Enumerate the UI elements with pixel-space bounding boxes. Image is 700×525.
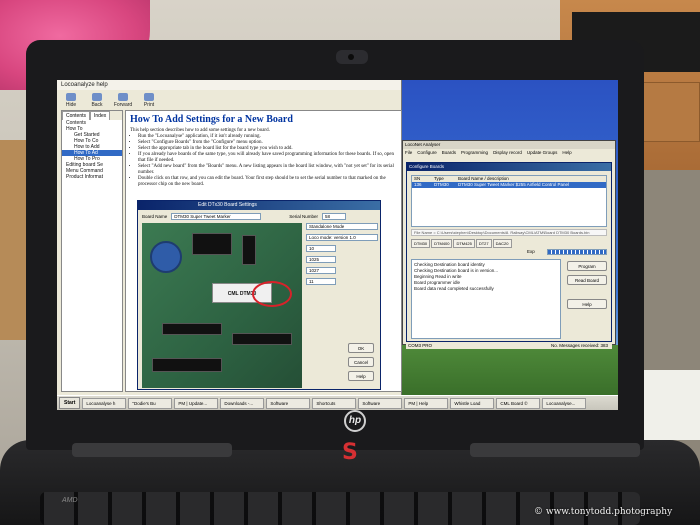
print-button[interactable]: Print xyxy=(139,93,159,108)
tab-dtm400[interactable]: DTM400 xyxy=(431,239,453,248)
taskbar-item[interactable]: Shortcuts xyxy=(312,397,357,409)
board-type-tabs: DTM30 DTM400 DTM425 DT27 DAC20 xyxy=(411,239,512,248)
menu-file[interactable]: File xyxy=(405,149,412,156)
dialog-title: Edit DTx30 Board Settings xyxy=(138,201,380,210)
help-step: If you already have boards of the same t… xyxy=(138,152,397,164)
taskbar-item[interactable]: CML Board © xyxy=(496,397,541,409)
tab-dac20[interactable]: DAC20 xyxy=(492,239,512,248)
header-pins xyxy=(232,333,292,345)
value-field[interactable]: 10 xyxy=(306,245,336,252)
start-button[interactable]: Start xyxy=(59,397,81,409)
taskbar-item[interactable]: "Dodie's Bu xyxy=(128,397,173,409)
circuit-board-photo: CML DTM30 xyxy=(142,223,302,388)
brand-sticker: AMD xyxy=(62,497,78,504)
table-row[interactable]: 136 DTM30 DTM30 Super Tweet Marker $255 … xyxy=(412,182,606,188)
configure-boards-title: Configure Boards xyxy=(407,163,611,171)
header-pins xyxy=(162,323,222,335)
value-field[interactable]: 11 xyxy=(306,278,336,285)
menu-update[interactable]: Update Groups xyxy=(527,149,558,156)
analyser-menu: File Configure Boards Programming Displa… xyxy=(403,149,615,156)
board-name-input[interactable]: DTM30 Super Tweet Marker xyxy=(171,213,262,220)
taskbar-item[interactable]: Software xyxy=(266,397,311,409)
cancel-button[interactable]: Cancel xyxy=(348,357,374,367)
hide-button[interactable]: Hide xyxy=(61,93,81,108)
serial-label: Serial Number xyxy=(289,214,319,219)
help-navigation-pane: Contents Index Contents How To Get Start… xyxy=(61,110,123,392)
board-list: SN Type Board Name / description 136 DTM… xyxy=(411,175,607,227)
status-log: Checking Destination board identity Chec… xyxy=(411,259,561,339)
read-board-button[interactable]: Read Board xyxy=(567,275,607,285)
hide-icon xyxy=(66,93,76,101)
menu-configure[interactable]: Configure xyxy=(417,149,437,156)
help-window: Locoanalyze help Hide Back Forward Print… xyxy=(57,80,402,395)
laptop-screen: Locoanalyze help Hide Back Forward Print… xyxy=(57,80,618,410)
mode-select[interactable]: Standalone Mode xyxy=(306,223,378,230)
progress-bar xyxy=(547,249,607,255)
watermark: © www.tonytodd.photography xyxy=(534,507,673,517)
taskbar-item[interactable]: Software xyxy=(358,397,403,409)
ok-button[interactable]: OK xyxy=(348,343,374,353)
analyser-help-button[interactable]: Help xyxy=(567,299,607,309)
status-port: COM3 PRO xyxy=(408,343,433,348)
menu-boards[interactable]: Boards xyxy=(442,149,456,156)
header-pins xyxy=(152,358,222,372)
value-field[interactable]: 1025 xyxy=(306,256,336,263)
help-step: Double click on that row, and you can ed… xyxy=(138,176,397,188)
board-name-row: Board Name DTM30 Super Tweet Marker Seri… xyxy=(142,213,347,220)
value-field[interactable]: 1027 xyxy=(306,267,336,274)
dialog-settings-panel: Standalone Mode Loco mode: version 1.0 1… xyxy=(306,223,378,388)
taskbar-item[interactable]: Locoanalyse... xyxy=(542,397,587,409)
serial-input[interactable]: 58 xyxy=(322,213,347,220)
taskbar: Start Locoanalyse h "Dodie's Bu PM | Upd… xyxy=(57,395,618,410)
menu-display[interactable]: Display record xyxy=(493,149,522,156)
configure-boards-window: Configure Boards SN Type Board Name / de… xyxy=(406,162,612,342)
edit-board-dialog: Edit DTx30 Board Settings Board Name DTM… xyxy=(137,200,381,390)
back-button[interactable]: Back xyxy=(87,93,107,108)
loco-mode-select[interactable]: Loco mode: version 1.0 xyxy=(306,234,378,241)
exp-checkbox[interactable]: Exp xyxy=(527,249,535,254)
tab-dt27[interactable]: DT27 xyxy=(475,239,492,248)
white-card xyxy=(640,370,700,440)
s-badge: S xyxy=(342,440,358,465)
forward-button[interactable]: Forward xyxy=(113,93,133,108)
analyser-title: LocoNet Analyser xyxy=(403,141,615,149)
taskbar-item[interactable]: PM | Help xyxy=(404,397,449,409)
tab-index[interactable]: Index xyxy=(90,111,111,120)
taskbar-item[interactable]: Whistle Load xyxy=(450,397,495,409)
taskbar-item[interactable]: Downloads -... xyxy=(220,397,265,409)
taskbar-item[interactable]: PM | Update... xyxy=(174,397,219,409)
chip xyxy=(192,233,232,255)
help-heading: How To Add Settings for a New Board xyxy=(130,114,293,125)
tab-contents[interactable]: Contents xyxy=(62,111,91,120)
analyser-status-bar: COM3 PRO No. Messages received: 383 xyxy=(406,342,612,349)
hinge-right xyxy=(470,443,640,457)
help-window-title: Locoanalyze help xyxy=(57,80,401,90)
piezo-speaker xyxy=(150,241,182,273)
tab-dtm425[interactable]: DTM425 xyxy=(453,239,475,248)
tree-item[interactable]: Product Informat xyxy=(62,174,122,180)
file-path: File Name = C:\Users\stephen\Desktop\Doc… xyxy=(411,229,607,236)
hp-logo: hp xyxy=(344,410,366,432)
menu-help[interactable]: Help xyxy=(562,149,571,156)
help-button[interactable]: Help xyxy=(348,371,374,381)
help-steps: Run the "Locoanalyse" application, if it… xyxy=(130,134,397,188)
help-tabs: Contents Index xyxy=(62,111,122,120)
board-name-label: Board Name xyxy=(142,214,168,219)
menu-programming[interactable]: Programming xyxy=(461,149,488,156)
back-icon xyxy=(92,93,102,101)
hinge-left xyxy=(72,443,232,457)
program-button[interactable]: Program xyxy=(567,261,607,271)
taskbar-item[interactable]: Locoanalyse h xyxy=(82,397,127,409)
print-icon xyxy=(144,93,154,101)
desktop-grass xyxy=(402,345,618,395)
help-step: Select "Add new board" from the "Boards"… xyxy=(138,164,397,176)
status-messages: No. Messages received: 383 xyxy=(550,343,608,348)
help-toolbar: Hide Back Forward Print xyxy=(57,90,401,108)
webcam-lens xyxy=(348,54,354,60)
capacitor xyxy=(242,235,256,265)
highlight-ring xyxy=(252,281,292,307)
log-line: Board data read completed successfully xyxy=(414,286,494,291)
tab-dtm30[interactable]: DTM30 xyxy=(411,239,431,248)
forward-icon xyxy=(118,93,128,101)
